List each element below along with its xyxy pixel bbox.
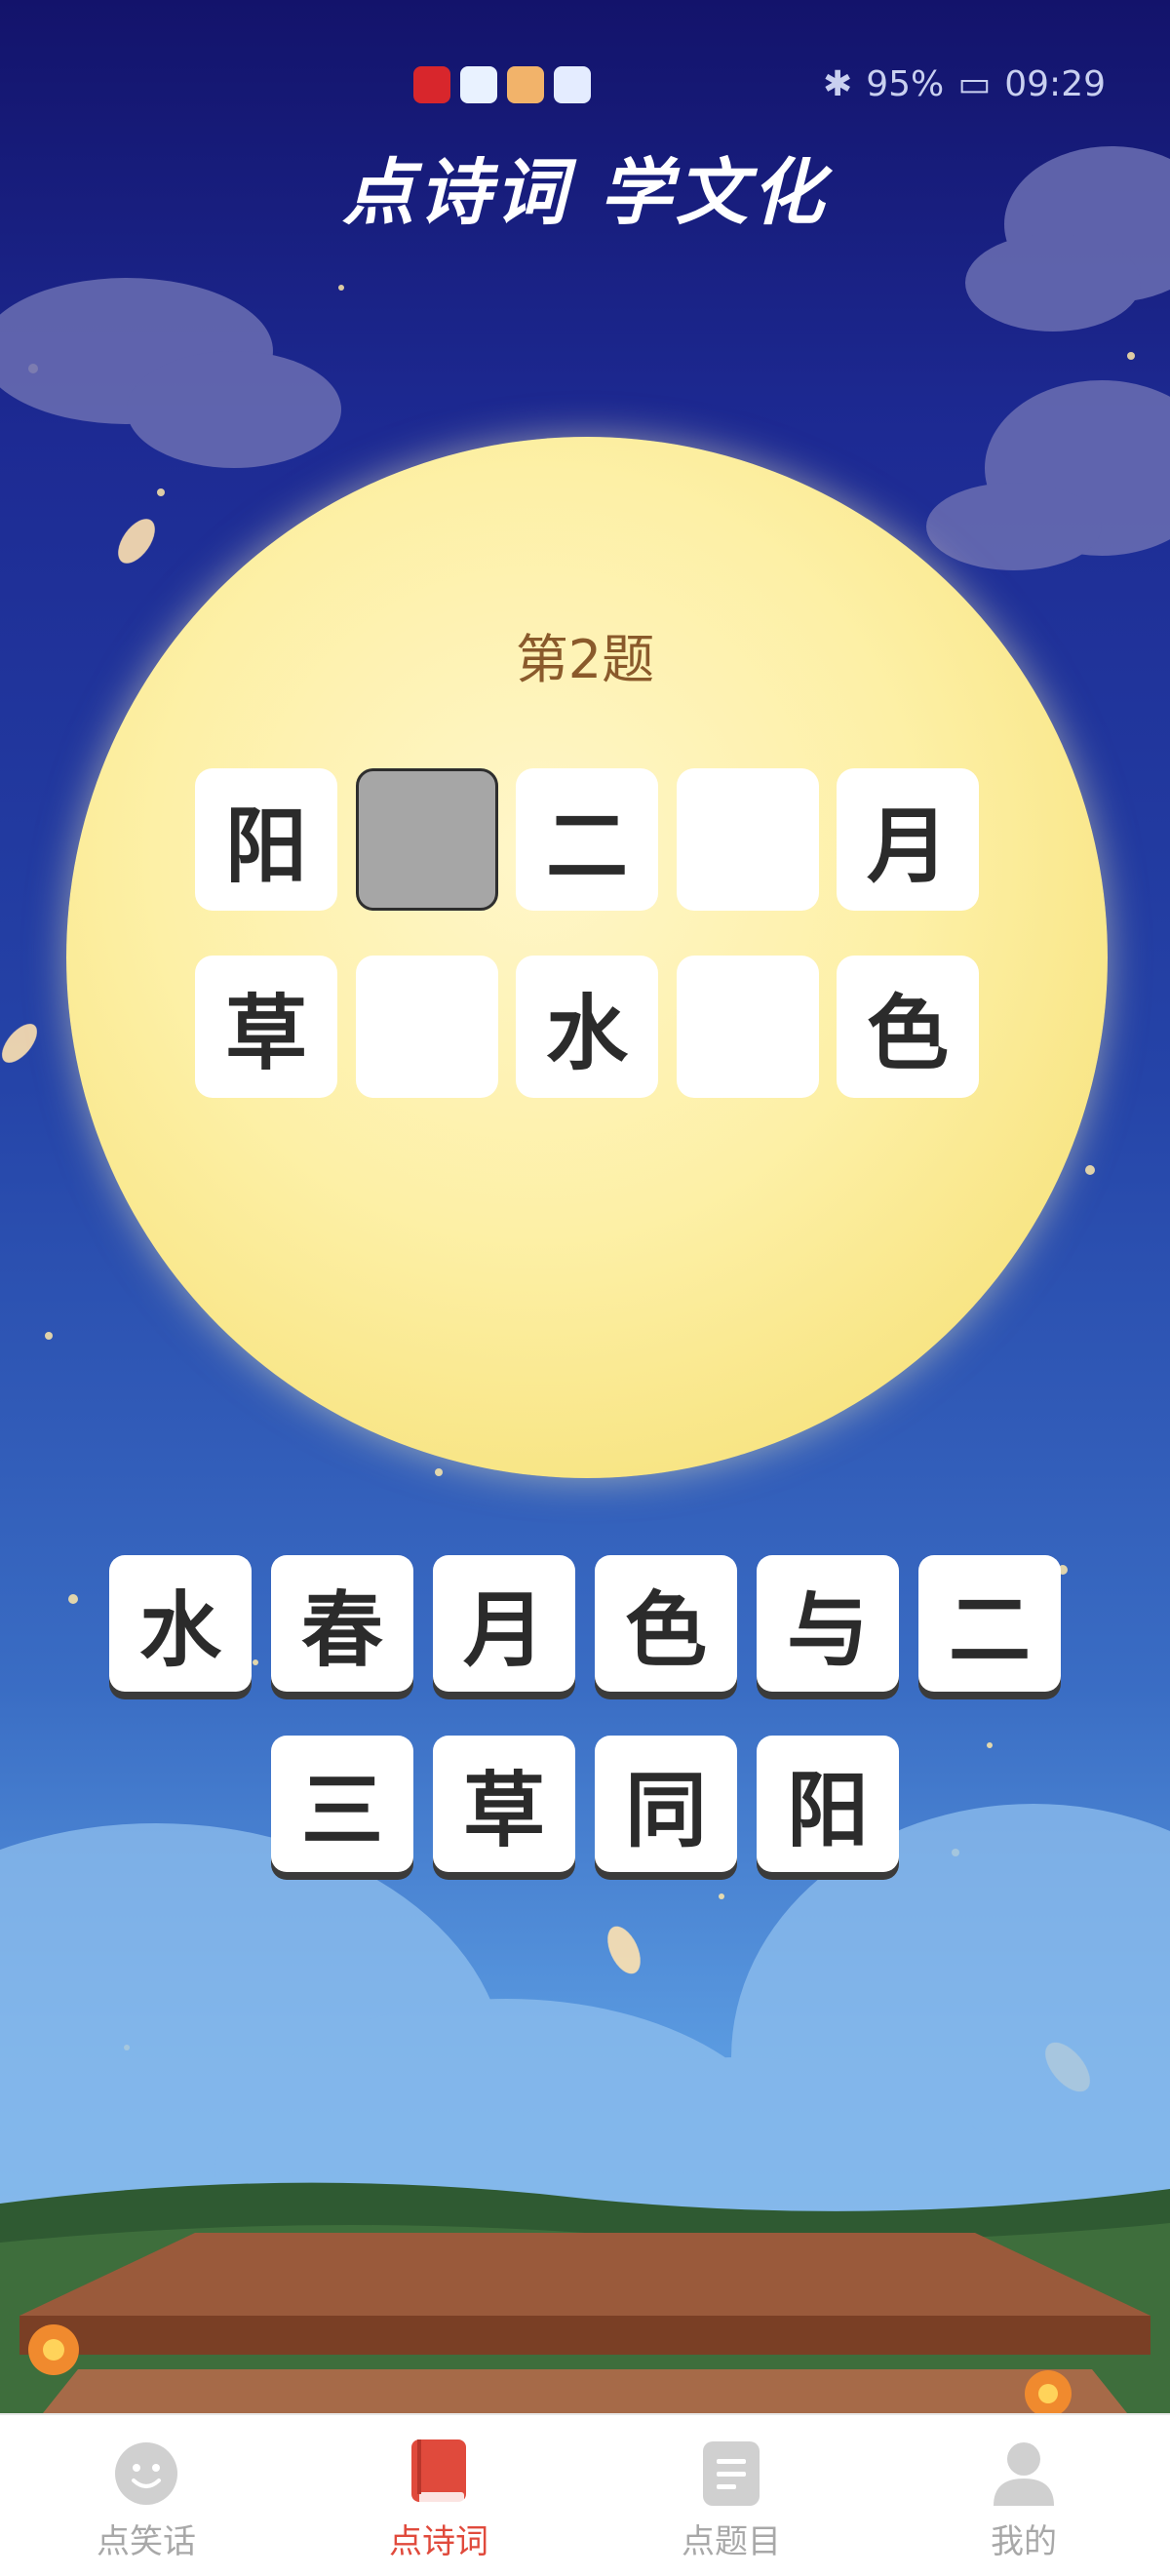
tab-me[interactable]: 我的: [878, 2415, 1170, 2576]
answer-cell[interactable]: 阳: [195, 768, 337, 911]
notification-icons: [413, 66, 591, 103]
battery-percent: 95%: [866, 64, 945, 104]
smiley-icon: [113, 2440, 179, 2507]
answer-grid-row-1: 阳 二 月: [195, 768, 979, 911]
page-title: 点诗词 学文化: [342, 151, 828, 235]
answer-grid-row-2: 草 水 色: [195, 956, 979, 1098]
choice-row-1: 水 春 月 色 与 二: [0, 1555, 1170, 1692]
choice-key[interactable]: 月: [433, 1555, 575, 1692]
choice-key[interactable]: 与: [757, 1555, 899, 1692]
answer-cell[interactable]: [676, 768, 819, 911]
document-icon: [698, 2440, 764, 2507]
tab-poems[interactable]: 点诗词: [292, 2415, 585, 2576]
tab-jokes[interactable]: 点笑话: [0, 2415, 292, 2576]
answer-cell[interactable]: 二: [516, 768, 658, 911]
tab-questions[interactable]: 点题目: [585, 2415, 878, 2576]
answer-cell[interactable]: 水: [516, 956, 658, 1098]
choice-key[interactable]: 阳: [757, 1736, 899, 1872]
app-notification-icon: [460, 66, 497, 103]
tab-label: 点诗词: [389, 2522, 488, 2561]
tab-label: 点题目: [682, 2522, 781, 2561]
stage-ground: [0, 2182, 1170, 2413]
battery-icon: ▭: [957, 64, 992, 104]
choice-key[interactable]: 色: [595, 1555, 737, 1692]
book-icon: [406, 2439, 472, 2507]
app-notification-icon: [554, 66, 591, 103]
clock: 09:29: [1004, 64, 1106, 104]
bottom-tab-bar: 点笑话 点诗词 点题目 我的: [0, 2413, 1170, 2576]
user-icon: [991, 2440, 1057, 2507]
app-notification-icon: [507, 66, 544, 103]
choice-key[interactable]: 水: [109, 1555, 252, 1692]
choice-key[interactable]: 草: [433, 1736, 575, 1872]
choice-key[interactable]: 同: [595, 1736, 737, 1872]
question-number: 第2题: [515, 629, 655, 690]
answer-cell-selected[interactable]: [355, 768, 498, 911]
answer-cell[interactable]: 色: [837, 956, 979, 1098]
choice-key[interactable]: 三: [271, 1736, 413, 1872]
answer-cell[interactable]: [676, 956, 819, 1098]
bluetooth-icon: ✱: [823, 64, 853, 104]
app-notification-icon: [413, 66, 450, 103]
answer-cell[interactable]: [355, 956, 498, 1098]
choice-key[interactable]: 春: [271, 1555, 413, 1692]
tab-label: 我的: [991, 2522, 1057, 2561]
tab-label: 点笑话: [97, 2522, 196, 2561]
answer-cell[interactable]: 草: [195, 956, 337, 1098]
game-scene: ✱ 95% ▭ 09:29 点诗词 学文化 第2题 阳 二 月 草 水 色 水 …: [0, 0, 1170, 2413]
choice-row-2: 三 草 同 阳: [0, 1736, 1170, 1872]
choice-key[interactable]: 二: [918, 1555, 1061, 1692]
answer-cell[interactable]: 月: [837, 768, 979, 911]
status-bar: ✱ 95% ▭ 09:29: [0, 60, 1170, 109]
